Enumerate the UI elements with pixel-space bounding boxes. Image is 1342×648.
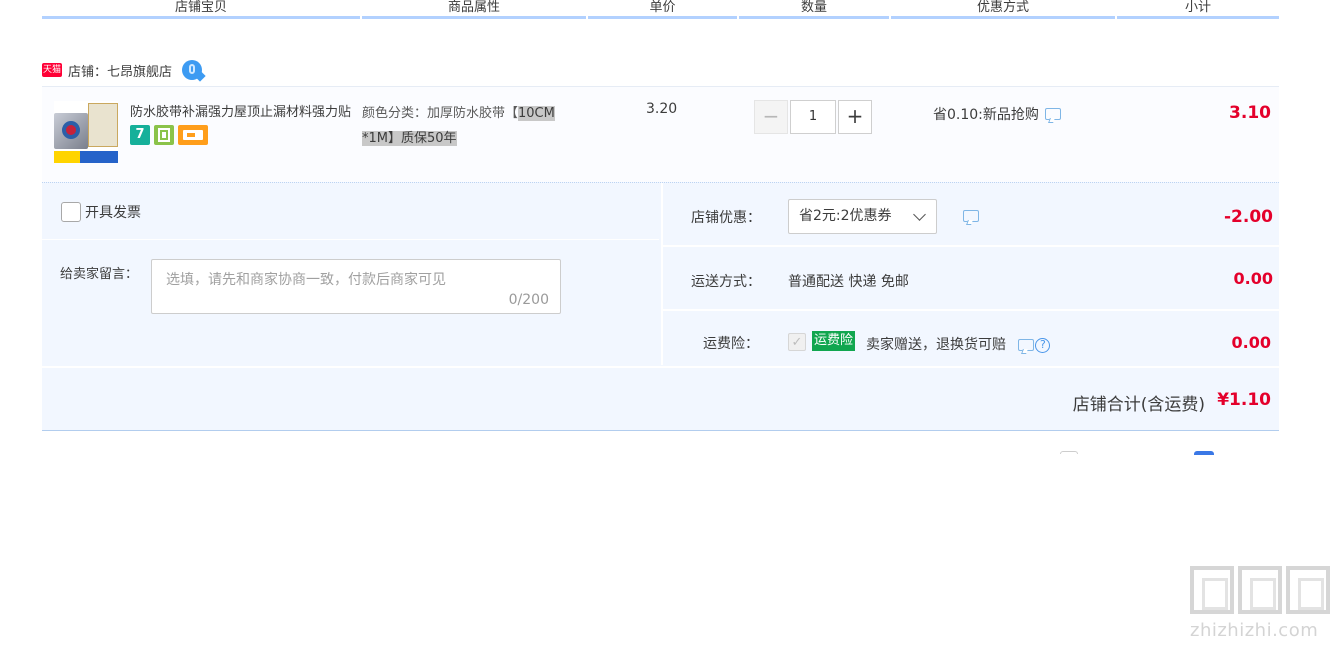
cart-column-header: 店铺宝贝 商品属性 单价 数量 优惠方式 小计 xyxy=(42,0,1279,22)
invoice-row: 开具发票 xyxy=(42,183,659,240)
column-header-subtotal: 小计 xyxy=(1117,0,1279,19)
check-icon: ✓ xyxy=(791,335,803,350)
cart-item-row: 防水胶带补漏强力屋顶止漏材料强力贴 7 颜色分类：加厚防水胶带【10CM *1M… xyxy=(42,86,1279,182)
invoice-label: 开具发票 xyxy=(85,205,141,221)
site-watermark: zhizhizhi.com xyxy=(1190,566,1336,644)
item-subtotal: 3.10 xyxy=(1229,103,1271,123)
shop-total-label: 店铺合计(含运费) xyxy=(1072,395,1205,415)
shop-total-value: ¥1.10 xyxy=(1217,390,1271,410)
column-header-promo: 优惠方式 xyxy=(891,0,1115,19)
product-thumbnail[interactable] xyxy=(54,101,118,163)
partial-checkbox-checked[interactable] xyxy=(1194,451,1214,455)
shipping-row: 运送方式： 普通配送 快递 免邮 0.00 xyxy=(663,183,1281,311)
help-icon[interactable]: ? xyxy=(1035,337,1051,353)
attr-prefix: 颜色分类：加厚防水胶带【 xyxy=(362,106,519,121)
service-icons: 7 xyxy=(130,125,208,145)
message-char-count: 0/200 xyxy=(508,292,549,308)
invoice-checkbox[interactable] xyxy=(61,202,81,222)
order-summary: 店铺优惠： 省2元:2优惠券 -2.00 运送方式： 普通配送 快递 免邮 0.… xyxy=(661,183,1281,365)
column-header-attr: 商品属性 xyxy=(362,0,586,19)
insurance-tag: 运费险 xyxy=(812,331,856,351)
quantity-stepper: − 1 + xyxy=(754,100,872,134)
product-title-link[interactable]: 防水胶带补漏强力屋顶止漏材料强力贴 xyxy=(130,101,358,120)
shop-total-row: 店铺合计(含运费) ¥1.10 xyxy=(42,366,1279,430)
insurance-desc-wrap: 卖家赠送，退换货可赔 ? xyxy=(866,334,1051,354)
column-header-quantity: 数量 xyxy=(739,0,889,19)
message-label: 给卖家留言： xyxy=(60,267,139,282)
shop-row: 天猫 店铺：七昂旗舰店 xyxy=(42,59,203,81)
message-placeholder: 选填，请先和商家协商一致，付款后商家可见 xyxy=(166,272,446,288)
chat-icon[interactable] xyxy=(1018,339,1035,351)
qty-input[interactable]: 1 xyxy=(790,100,836,134)
qty-plus-button[interactable]: + xyxy=(838,100,872,134)
shop-chat-bubble-icon[interactable] xyxy=(182,60,203,80)
watermark-logo xyxy=(1190,566,1336,614)
partial-checkbox[interactable] xyxy=(1060,451,1078,454)
product-attributes: 颜色分类：加厚防水胶带【10CM *1M】质保50年 xyxy=(362,101,594,151)
insurance-amount: 0.00 xyxy=(1231,333,1271,352)
shipping-amount: 0.00 xyxy=(1233,269,1273,288)
gift-icon[interactable] xyxy=(154,125,174,145)
shop-name-link[interactable]: 店铺：七昂旗舰店 xyxy=(68,61,172,80)
shipping-label: 运送方式： xyxy=(691,274,761,290)
column-header-price: 单价 xyxy=(588,0,737,19)
buyer-options: 开具发票 给卖家留言： 选填，请先和商家协商一致，付款后商家可见 0/200 xyxy=(42,183,659,365)
qty-minus-button[interactable]: − xyxy=(754,100,788,134)
promo-text: 省0.10:新品抢购 xyxy=(933,107,1039,123)
unit-price: 3.20 xyxy=(646,101,678,117)
insurance-label: 运费险： xyxy=(703,336,759,352)
column-header-item: 店铺宝贝 xyxy=(42,0,360,19)
attr-highlight-size: 10CM xyxy=(518,106,555,121)
card-icon[interactable] xyxy=(178,125,208,145)
shipping-value: 普通配送 快递 免邮 xyxy=(788,274,909,290)
attr-highlight-spec: *1M】质保50年 xyxy=(362,131,457,146)
tmall-badge: 天猫 xyxy=(42,63,62,77)
promo-info: 省0.10:新品抢购 xyxy=(933,104,1061,124)
watermark-text: zhizhizhi.com xyxy=(1190,620,1319,641)
message-textarea[interactable]: 选填，请先和商家协商一致，付款后商家可见 0/200 xyxy=(151,259,561,314)
chat-icon[interactable] xyxy=(1044,108,1061,120)
order-options-panel: 开具发票 给卖家留言： 选填，请先和商家协商一致，付款后商家可见 0/200 店… xyxy=(42,182,1281,431)
seven-day-return-icon[interactable]: 7 xyxy=(130,125,150,145)
insurance-desc: 卖家赠送，退换货可赔 xyxy=(866,337,1006,353)
insurance-checkbox[interactable]: ✓ xyxy=(788,333,806,351)
